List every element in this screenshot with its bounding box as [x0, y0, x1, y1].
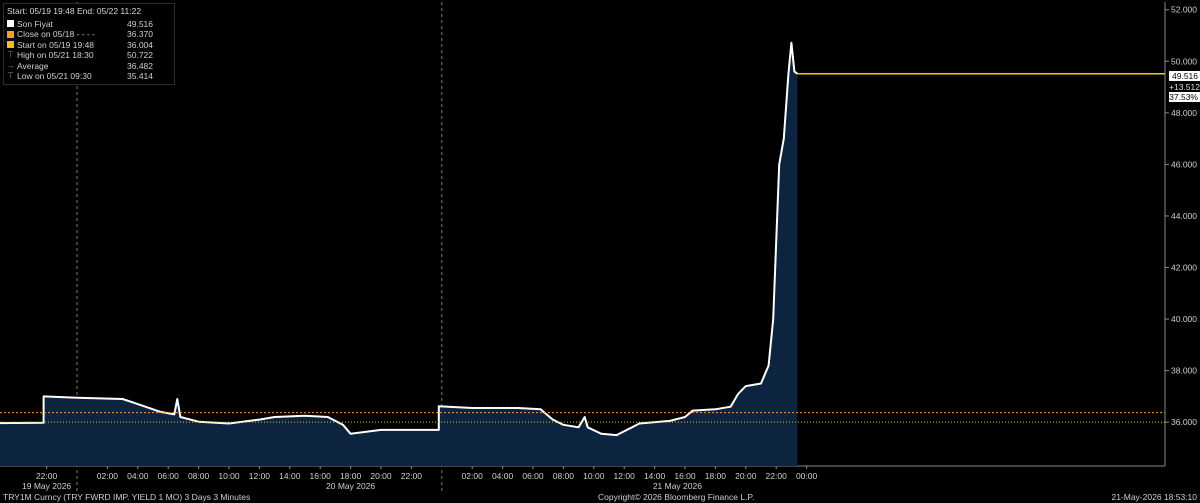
legend-row: → Average 36.482 — [7, 61, 171, 72]
x-tick-label: 10:00 — [583, 471, 605, 481]
legend-label: Low on 05/21 09:30 — [17, 71, 92, 81]
x-tick-label: 04:00 — [492, 471, 514, 481]
legend-label: High on 05/21 18:30 — [17, 50, 94, 60]
square-swatch — [7, 30, 14, 38]
legend-row: ⊤ High on 05/21 18:30 50.722 — [7, 50, 171, 61]
footer-copyright: Copyright© 2026 Bloomberg Finance L.P. — [598, 492, 755, 502]
square-swatch — [7, 20, 14, 28]
legend-value: 36.004 — [127, 39, 153, 50]
x-tick-label: 04:00 — [127, 471, 149, 481]
legend-header: Start: 05/19 19:48 End: 05/22 11:22 — [7, 6, 142, 16]
legend-row: ⊤ Low on 05/21 09:30 35.414 — [7, 71, 171, 82]
day-label: 20 May 2026 — [326, 481, 375, 491]
x-tick-label: 18:00 — [705, 471, 727, 481]
low-marker-icon: ⊤ — [7, 71, 14, 80]
legend-value: 49.516 — [127, 18, 153, 29]
x-tick-label: 14:00 — [644, 471, 666, 481]
legend-value: 36.482 — [127, 60, 153, 71]
x-tick-label: 02:00 — [97, 471, 119, 481]
average-marker-icon: → — [7, 60, 15, 70]
series-line — [0, 41, 799, 437]
percent-callout: 37.53% — [1169, 92, 1200, 102]
y-tick-label: 44.000 — [1171, 211, 1197, 221]
legend-label: Son Fiyat — [17, 18, 53, 29]
footer-timestamp: 21-May-2026 18:53:10 — [1111, 492, 1197, 502]
series-area — [0, 42, 798, 466]
day-label: 21 May 2026 — [653, 481, 702, 491]
y-tick-label: 38.000 — [1171, 366, 1197, 376]
y-tick-label: 46.000 — [1171, 159, 1197, 169]
legend-label: Close on 05/18 - - - - — [17, 29, 95, 39]
y-tick-label: 52.000 — [1171, 5, 1197, 15]
x-tick-label: 16:00 — [674, 471, 696, 481]
legend-value: 50.722 — [127, 50, 153, 60]
x-tick-label: 22:00 — [36, 471, 58, 481]
x-tick-label: 14:00 — [279, 471, 301, 481]
y-tick-label: 40.000 — [1171, 314, 1197, 324]
square-swatch — [7, 41, 14, 49]
last-value-callout: 49.516 — [1169, 71, 1200, 81]
x-tick-label: 00:00 — [796, 471, 818, 481]
legend-value: 36.370 — [127, 29, 153, 39]
legend-label: Average — [17, 60, 49, 71]
legend-row: Start on 05/19 19:48 36.004 — [7, 40, 171, 51]
x-tick-label: 02:00 — [462, 471, 484, 481]
x-tick-label: 06:00 — [522, 471, 544, 481]
y-tick-label: 50.000 — [1171, 56, 1197, 66]
x-tick-label: 08:00 — [553, 471, 575, 481]
y-tick-label: 42.000 — [1171, 263, 1197, 273]
x-tick-label: 20:00 — [370, 471, 392, 481]
footer-security: TRY1M Curncy (TRY FWRD IMP. YIELD 1 MO) … — [3, 492, 251, 502]
day-label: 19 May 2026 — [22, 481, 71, 491]
legend-row: Close on 05/18 - - - - 36.370 — [7, 29, 171, 40]
high-marker-icon: ⊤ — [7, 50, 14, 59]
change-callout: +13.512 — [1169, 82, 1200, 92]
x-tick-label: 18:00 — [340, 471, 362, 481]
x-tick-label: 22:00 — [766, 471, 788, 481]
legend-value: 35.414 — [127, 71, 153, 81]
x-tick-label: 22:00 — [401, 471, 423, 481]
legend-label: Start on 05/19 19:48 — [17, 39, 95, 50]
y-tick-label: 36.000 — [1171, 417, 1197, 427]
footer-bar: TRY1M Curncy (TRY FWRD IMP. YIELD 1 MO) … — [0, 491, 1200, 503]
legend-rows: Son Fiyat 49.516 Close on 05/18 - - - - 36.… — [7, 19, 171, 82]
x-tick-label: 12:00 — [249, 471, 271, 481]
legend-row: Son Fiyat 49.516 — [7, 19, 171, 30]
x-tick-label: 16:00 — [310, 471, 332, 481]
x-tick-label: 12:00 — [614, 471, 636, 481]
x-tick-label: 06:00 — [158, 471, 180, 481]
legend-box: Start: 05/19 19:48 End: 05/22 11:22 Son … — [3, 3, 175, 85]
y-tick-label: 48.000 — [1171, 108, 1197, 118]
x-tick-label: 08:00 — [188, 471, 210, 481]
price-chart: 36.000 38.000 40.000 42.000 44.000 46.000 48.0… — [0, 2, 1197, 491]
x-tick-label: 10:00 — [218, 471, 240, 481]
x-tick-label: 20:00 — [735, 471, 757, 481]
